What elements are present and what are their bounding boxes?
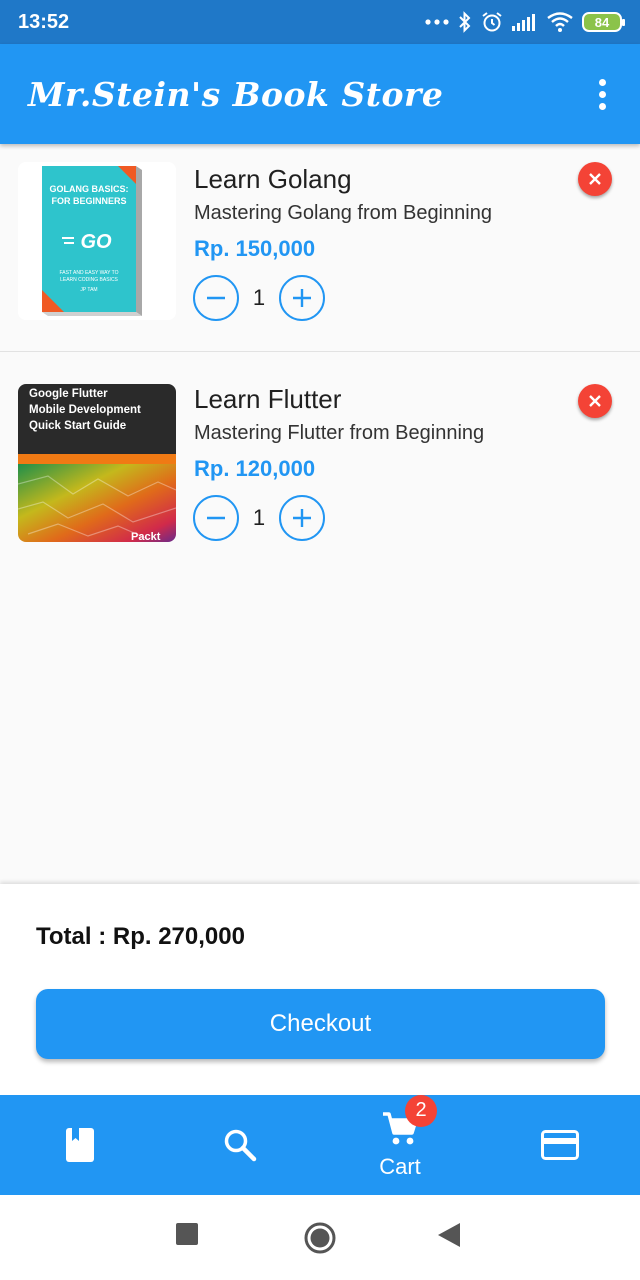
cart-item: Google Flutter Mobile Development Quick … — [0, 352, 640, 562]
item-price: Rp. 120,000 — [194, 456, 316, 481]
cart-badge: 2 — [405, 1094, 437, 1127]
checkout-button[interactable]: Checkout — [36, 989, 605, 1059]
increase-quantity-button[interactable] — [279, 495, 325, 541]
remove-item-button[interactable] — [578, 162, 612, 196]
svg-text:Quick Start Guide: Quick Start Guide — [29, 420, 126, 432]
item-title: Learn Flutter — [194, 384, 342, 414]
back-icon[interactable] — [438, 1223, 460, 1247]
plus-icon — [293, 509, 311, 527]
nav-item-payment[interactable] — [480, 1095, 640, 1195]
quantity-value: 1 — [252, 505, 266, 530]
svg-text:GOLANG BASICS:: GOLANG BASICS: — [49, 184, 128, 194]
minus-icon — [207, 296, 225, 300]
credit-card-icon — [541, 1130, 579, 1160]
more-notifications-icon — [425, 19, 449, 25]
bluetooth-icon — [459, 11, 471, 33]
nav-label-cart: Cart — [379, 1153, 421, 1179]
book-icon — [66, 1128, 94, 1162]
minus-icon — [207, 516, 225, 520]
more-vert-icon[interactable] — [592, 74, 612, 114]
app-title: Mr.Stein's Book Store — [28, 74, 444, 114]
quantity-value: 1 — [252, 285, 266, 310]
search-icon — [224, 1129, 257, 1162]
item-subtitle: Mastering Golang from Beginning — [194, 202, 492, 224]
nav-item-search[interactable] — [160, 1095, 320, 1195]
recent-apps-icon[interactable] — [176, 1223, 198, 1245]
item-title: Learn Golang — [194, 164, 352, 194]
bottom-navigation: 2 Cart — [0, 1094, 640, 1195]
svg-text:JP TAM: JP TAM — [80, 287, 97, 293]
svg-text:Google Flutter: Google Flutter — [29, 388, 108, 400]
wifi-icon — [547, 12, 573, 32]
increase-quantity-button[interactable] — [279, 275, 325, 321]
nav-item-cart[interactable]: 2 Cart — [320, 1094, 480, 1195]
app-bar: Mr.Stein's Book Store — [0, 44, 640, 144]
remove-item-button[interactable] — [578, 384, 612, 418]
item-subtitle: Mastering Flutter from Beginning — [194, 422, 485, 444]
cart-list: GOLANG BASICS: FOR BEGINNERS GO FAST AND… — [0, 144, 640, 884]
system-navigation-bar — [0, 1195, 640, 1280]
cart-item: GOLANG BASICS: FOR BEGINNERS GO FAST AND… — [0, 144, 640, 352]
close-icon — [589, 173, 601, 185]
home-icon[interactable] — [303, 1221, 337, 1255]
status-bar: 13:52 84 — [0, 0, 640, 44]
svg-text:LEARN CODING BASICS: LEARN CODING BASICS — [60, 277, 118, 283]
book-cover-golang: GOLANG BASICS: FOR BEGINNERS GO FAST AND… — [18, 162, 176, 320]
svg-text:Packt: Packt — [131, 531, 161, 542]
status-icons: 84 — [425, 11, 625, 33]
nav-item-books[interactable] — [0, 1095, 160, 1195]
book-cover-flutter: Google Flutter Mobile Development Quick … — [18, 384, 176, 542]
total-price: Total : Rp. 270,000 — [36, 923, 245, 950]
svg-text:FAST AND EASY WAY TO: FAST AND EASY WAY TO — [59, 270, 118, 276]
svg-text:Mobile Development: Mobile Development — [29, 404, 141, 416]
svg-text:FOR BEGINNERS: FOR BEGINNERS — [51, 196, 126, 206]
svg-text:GO: GO — [80, 231, 112, 253]
close-icon — [589, 395, 601, 407]
status-time: 13:52 — [18, 10, 70, 33]
cart-icon-wrap: 2 — [381, 1094, 437, 1152]
signal-icon — [512, 14, 535, 31]
decrease-quantity-button[interactable] — [193, 495, 239, 541]
checkout-panel: Total : Rp. 270,000 Checkout — [0, 884, 640, 1095]
alarm-icon — [482, 12, 502, 32]
battery-indicator: 84 — [582, 12, 625, 32]
item-price: Rp. 150,000 — [194, 236, 316, 261]
decrease-quantity-button[interactable] — [193, 275, 239, 321]
plus-icon — [293, 289, 311, 307]
